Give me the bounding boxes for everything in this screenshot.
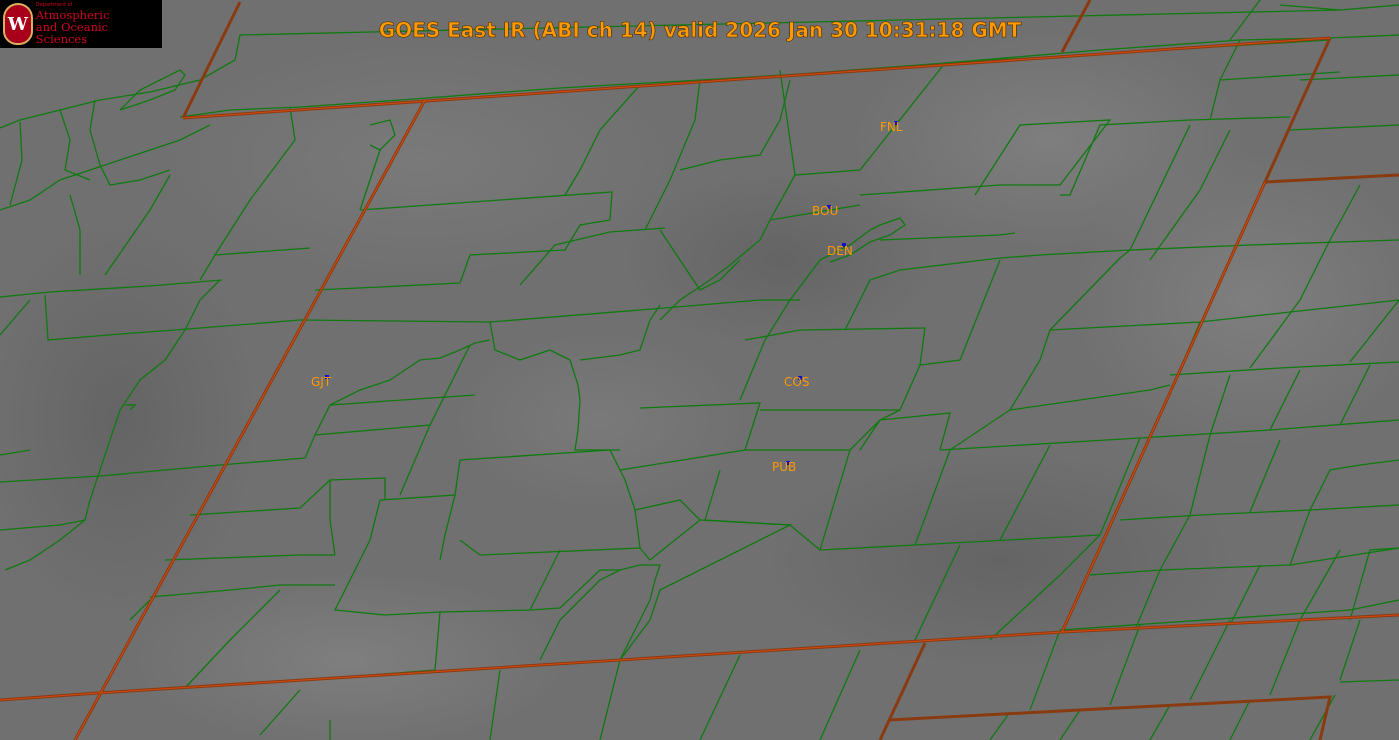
uw-crest-icon: W — [3, 3, 33, 45]
station-cos[interactable]: COS — [784, 375, 809, 389]
station-pub[interactable]: PUB — [772, 460, 796, 474]
logo-text: Department of Atmospheric and Oceanic Sc… — [35, 3, 162, 46]
satellite-imagery: FNL BOU DEN GJT COS PUB GOES East IR (AB… — [0, 0, 1399, 740]
image-title: GOES East IR (ABI ch 14) valid 2026 Jan … — [379, 18, 1022, 42]
logo-line-1: Atmospheric — [35, 7, 110, 22]
svg-text:DEN: DEN — [827, 244, 853, 258]
station-fnl[interactable]: FNL — [880, 120, 903, 134]
station-gjt[interactable]: GJT — [311, 375, 332, 389]
svg-text:FNL: FNL — [880, 120, 903, 134]
logo-line-2: and Oceanic Sciences — [35, 19, 109, 46]
station-den[interactable]: DEN — [827, 243, 853, 258]
svg-text:GJT: GJT — [311, 375, 332, 389]
satellite-map: FNL BOU DEN GJT COS PUB GOES East IR (AB… — [0, 0, 1399, 740]
aos-logo: W Department of Atmospheric and Oceanic … — [0, 0, 162, 48]
svg-text:BOU: BOU — [812, 204, 838, 218]
svg-text:PUB: PUB — [772, 460, 796, 474]
svg-text:COS: COS — [784, 375, 809, 389]
station-bou[interactable]: BOU — [812, 204, 838, 218]
ir-brightness-field — [0, 0, 1399, 740]
